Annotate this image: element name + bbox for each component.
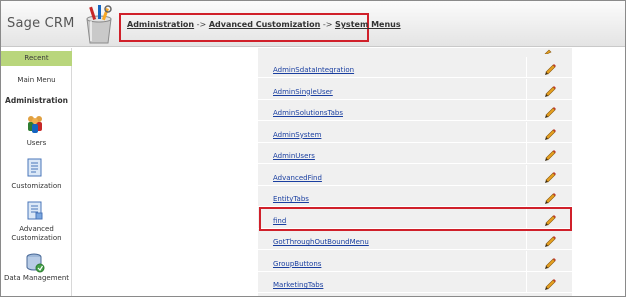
tools-cup-icon bbox=[86, 5, 112, 44]
breadcrumb: Administration -> Advanced Customization… bbox=[119, 13, 401, 42]
pencil-icon[interactable] bbox=[543, 169, 557, 183]
sidebar-section-title: Administration bbox=[5, 96, 68, 105]
breadcrumb-advanced-customization[interactable]: Advanced Customization bbox=[209, 20, 320, 29]
table-row: AdminSingleUser bbox=[258, 78, 572, 100]
menu-name-link[interactable]: AdminSolutionsTabs bbox=[273, 109, 343, 117]
pencil-icon[interactable] bbox=[543, 147, 557, 161]
column-divider bbox=[526, 250, 527, 272]
sidebar-main-menu[interactable]: Main Menu bbox=[1, 76, 72, 84]
table-row: MarketingTabs bbox=[258, 272, 572, 293]
pencil-icon[interactable] bbox=[543, 255, 557, 269]
breadcrumb-separator: -> bbox=[322, 20, 333, 29]
app-logo: Sage CRM bbox=[7, 16, 75, 31]
pencil-icon[interactable] bbox=[543, 126, 557, 140]
menu-name-link[interactable]: AdminSdataIntegration bbox=[273, 66, 354, 74]
menu-name-link[interactable]: AdminSingleUser bbox=[273, 88, 333, 96]
column-divider bbox=[526, 100, 527, 121]
users-icon[interactable] bbox=[25, 114, 45, 134]
app-window: Sage CRM Administration -> Advanced Cust… bbox=[0, 0, 626, 297]
sidebar-item-data-management[interactable]: Data Management bbox=[1, 274, 72, 283]
pencil-icon[interactable] bbox=[543, 190, 557, 204]
column-divider bbox=[526, 121, 527, 143]
menu-name-link[interactable]: AdvancedFind bbox=[273, 174, 322, 182]
sidebar-item-users[interactable]: Users bbox=[1, 139, 72, 148]
breadcrumb-system-menus[interactable]: System Menus bbox=[335, 20, 401, 29]
menu-name-link[interactable]: GroupButtons bbox=[273, 260, 321, 268]
menu-name-link[interactable]: AdminSystem bbox=[273, 131, 321, 139]
table-row: AdminSystem bbox=[258, 121, 572, 143]
column-divider bbox=[526, 229, 527, 250]
breadcrumb-separator: -> bbox=[196, 20, 207, 29]
document-icon[interactable] bbox=[25, 158, 45, 178]
sidebar-item-customization[interactable]: Customization bbox=[1, 182, 72, 191]
menu-name-link[interactable]: AdminUsers bbox=[273, 152, 315, 160]
pencil-icon[interactable] bbox=[543, 233, 557, 247]
column-divider bbox=[526, 143, 527, 164]
table-row: GotThroughOutBoundMenu bbox=[258, 229, 572, 250]
sidebar-item-advanced-customization[interactable]: Advanced Customization bbox=[1, 225, 72, 243]
column-divider bbox=[526, 186, 527, 207]
table-row: AdvancedFind bbox=[258, 164, 572, 186]
menu-name-link[interactable]: EntityTabs bbox=[273, 195, 309, 203]
column-divider bbox=[526, 164, 527, 186]
breadcrumb-administration[interactable]: Administration bbox=[127, 20, 194, 29]
column-divider bbox=[526, 272, 527, 293]
pencil-icon[interactable] bbox=[543, 61, 557, 75]
pencil-icon[interactable] bbox=[543, 83, 557, 97]
menu-name-link[interactable]: MarketingTabs bbox=[273, 281, 323, 289]
column-divider bbox=[526, 57, 527, 78]
sidebar-recent[interactable]: Recent bbox=[1, 51, 72, 66]
table-row: AdminUsers bbox=[258, 143, 572, 164]
table-row: EntityTabs bbox=[258, 186, 572, 207]
pencil-icon[interactable] bbox=[543, 276, 557, 290]
column-divider bbox=[526, 78, 527, 100]
table-row: GroupButtons bbox=[258, 250, 572, 272]
menu-name-link[interactable]: GotThroughOutBoundMenu bbox=[273, 238, 369, 246]
pencil-icon[interactable] bbox=[543, 46, 557, 54]
data-management-icon[interactable] bbox=[25, 253, 45, 273]
sidebar: Recent Main Menu Administration Users Cu… bbox=[1, 48, 72, 296]
pencil-icon[interactable] bbox=[543, 104, 557, 118]
table-row: AdminSdataIntegration bbox=[258, 57, 572, 78]
highlight-find-row bbox=[259, 207, 572, 231]
table-row: AdminSolutionsTabs bbox=[258, 100, 572, 121]
advanced-customization-icon[interactable] bbox=[25, 201, 45, 221]
header-bar: Sage CRM Administration -> Advanced Cust… bbox=[1, 1, 625, 47]
